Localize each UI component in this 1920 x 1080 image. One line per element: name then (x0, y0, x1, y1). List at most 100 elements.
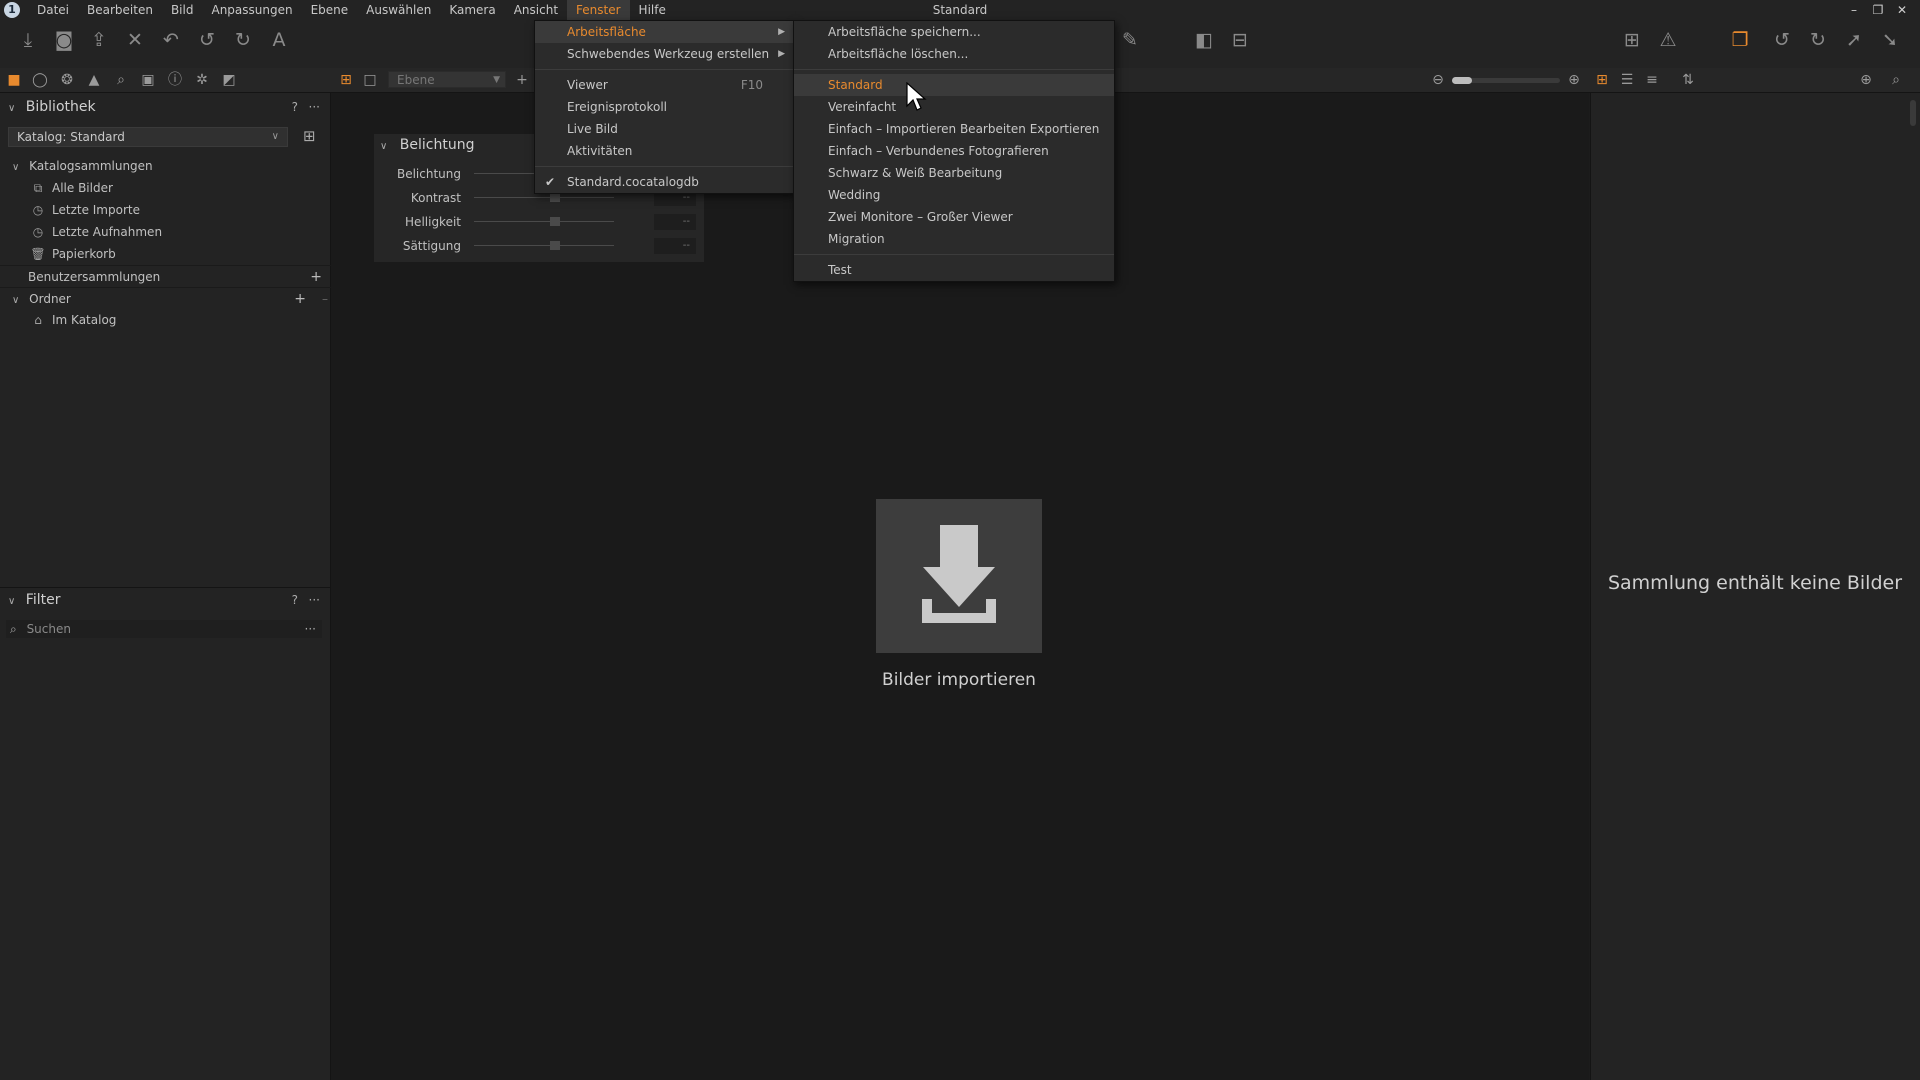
thumbnail-view-icon[interactable]: ⊞ (1592, 70, 1612, 90)
history-icon[interactable]: ↶ (159, 28, 183, 52)
workspace-item[interactable]: Arbeitsfläche löschen... (794, 43, 1114, 65)
catalog-collections-section[interactable]: ∨ Katalogsammlungen (0, 155, 340, 177)
list-item[interactable]: 🗑Papierkorb 0 (0, 243, 358, 265)
list-item[interactable]: ⧉Alle Bilder 0 (0, 177, 358, 199)
settings-tab-icon[interactable]: ✲ (192, 70, 212, 90)
exposure-tab-icon[interactable]: ▲ (84, 70, 104, 90)
menu-item[interactable]: ✔ Standard.cocatalogdb (535, 171, 793, 193)
library-header[interactable]: ∨ Bibliothek ? ··· (8, 96, 326, 118)
rotate-left-icon[interactable]: ↺ (1770, 28, 1794, 52)
grid-view-icon[interactable]: ⊞ (336, 70, 356, 90)
menu-fenster[interactable]: Fenster (567, 0, 630, 20)
camera-icon[interactable]: ◙ (52, 28, 76, 52)
slider-track[interactable] (474, 221, 614, 222)
filter-header[interactable]: ∨ Filter ? ··· (8, 589, 326, 611)
add-catalog-icon[interactable]: ⊞ (303, 127, 316, 145)
menu-bearbeiten[interactable]: Bearbeiten (78, 0, 162, 20)
menu-item[interactable]: Schwebendes Werkzeug erstellen ▶ (535, 43, 793, 65)
list-item[interactable]: ◷ Letzte Importe (0, 199, 358, 221)
rotate-right-icon[interactable]: ↻ (1806, 28, 1830, 52)
folders-section[interactable]: ∨ Ordner + – (0, 287, 340, 310)
brush-icon[interactable]: ✎ (1118, 28, 1142, 52)
menu-auswählen[interactable]: Auswählen (357, 0, 440, 20)
workspace-item[interactable]: Einfach – Verbundenes Fotografieren (794, 140, 1114, 162)
more-icon[interactable]: ··· (309, 96, 320, 118)
workspace-item[interactable]: Zwei Monitore – Großer Viewer (794, 206, 1114, 228)
workspace-item[interactable]: Migration (794, 228, 1114, 250)
slider-track[interactable] (474, 197, 614, 198)
grid-icon[interactable]: ⊞ (1620, 28, 1644, 52)
add-icon[interactable]: + (294, 288, 306, 310)
redo-icon[interactable]: ↻ (231, 28, 255, 52)
undo-icon[interactable]: ↺ (195, 28, 219, 52)
layer-select[interactable]: Ebene ▼ (388, 71, 506, 88)
zoom-out-icon[interactable]: ⊖ (1428, 70, 1448, 90)
menu-ebene[interactable]: Ebene (302, 0, 358, 20)
menu-item[interactable]: Live Bild (535, 118, 793, 140)
slider-handle[interactable] (550, 193, 560, 202)
workspace-item[interactable]: Test (794, 259, 1114, 281)
add-layer-icon[interactable]: + (512, 70, 532, 90)
list-item[interactable]: ⌂Im Katalog 0 (0, 309, 358, 331)
list-view-icon[interactable]: ☰ (1617, 70, 1637, 90)
menu-ansicht[interactable]: Ansicht (505, 0, 567, 20)
slider-handle[interactable] (550, 241, 560, 250)
zoom-browser-icon[interactable]: ⊕ (1856, 70, 1876, 90)
menu-kamera[interactable]: Kamera (440, 0, 504, 20)
slider-handle[interactable] (550, 217, 560, 226)
variants-icon[interactable]: ❐ (1728, 28, 1752, 52)
menu-item[interactable]: Aktivitäten (535, 140, 793, 162)
import-label[interactable]: Bilder importieren (820, 670, 1098, 690)
menu-bild[interactable]: Bild (162, 0, 203, 20)
menu-hilfe[interactable]: Hilfe (630, 0, 675, 20)
user-collections-section[interactable]: Benutzersammlungen + – (0, 265, 356, 288)
search-icon[interactable]: ⌕ (1886, 70, 1906, 90)
workspace-item[interactable]: Wedding (794, 184, 1114, 206)
filmstrip-view-icon[interactable]: ≡ (1642, 70, 1662, 90)
slider-value[interactable]: -- (654, 238, 696, 254)
text-icon[interactable]: A (267, 28, 291, 52)
library-tab-icon[interactable]: ■ (4, 70, 24, 90)
menu-anpassungen[interactable]: Anpassungen (202, 0, 301, 20)
scrollbar[interactable] (1910, 100, 1916, 126)
workspace-item[interactable]: Vereinfacht (794, 96, 1114, 118)
color-tab-icon[interactable]: ❂ (57, 70, 77, 90)
filter-search-input[interactable]: ⌕ Suchen ··· (6, 620, 322, 638)
metadata-tab-icon[interactable]: ⓘ (165, 70, 185, 90)
menu-item[interactable]: Ereignisprotokoll (535, 96, 793, 118)
remove-icon[interactable]: – (322, 288, 328, 310)
menu-item[interactable]: Arbeitsfläche ▶ (535, 21, 793, 43)
more-icon[interactable]: ··· (305, 620, 316, 638)
workspace-item[interactable]: Einfach – Importieren Bearbeiten Exporti… (794, 118, 1114, 140)
catalog-select[interactable]: Katalog: Standard ∨ (8, 127, 288, 147)
workspace-item[interactable]: Standard (794, 74, 1114, 96)
close-button[interactable]: ✕ (1890, 3, 1914, 17)
restore-button[interactable]: ❐ (1866, 3, 1890, 17)
minimize-button[interactable]: – (1842, 3, 1866, 17)
workspace-item[interactable]: Schwarz & Weiß Bearbeitung (794, 162, 1114, 184)
slider-track[interactable] (474, 245, 614, 246)
lens-tab-icon[interactable]: ⌕ (111, 70, 131, 90)
sort-icon[interactable]: ⇅ (1678, 70, 1698, 90)
list-item[interactable]: ◷ Letzte Aufnahmen (0, 221, 358, 243)
slider-value[interactable]: -- (654, 214, 696, 230)
details-tab-icon[interactable]: ▣ (138, 70, 158, 90)
zoom-slider-handle[interactable] (1452, 77, 1472, 84)
import-button[interactable] (876, 499, 1042, 653)
more-icon[interactable]: ··· (309, 589, 320, 611)
before-after-icon[interactable]: ⊟ (1228, 28, 1252, 52)
warning-icon[interactable]: ⚠ (1656, 28, 1680, 52)
apply-icon[interactable]: ➘ (1878, 28, 1902, 52)
zoom-in-icon[interactable]: ⊕ (1564, 70, 1584, 90)
styles-tab-icon[interactable]: ◩ (219, 70, 239, 90)
download-icon[interactable]: ⤓ (16, 28, 40, 52)
help-icon[interactable]: ? (292, 589, 298, 611)
capture-tab-icon[interactable]: ◯ (30, 70, 50, 90)
workspace-item[interactable]: Arbeitsfläche speichern... (794, 21, 1114, 43)
compare-icon[interactable]: ◧ (1192, 28, 1216, 52)
delete-icon[interactable]: ✕ (123, 28, 147, 52)
add-icon[interactable]: + (310, 266, 322, 288)
export-icon[interactable]: ⇪ (87, 28, 111, 52)
help-icon[interactable]: ? (292, 96, 298, 118)
pick-icon[interactable]: ➚ (1842, 28, 1866, 52)
